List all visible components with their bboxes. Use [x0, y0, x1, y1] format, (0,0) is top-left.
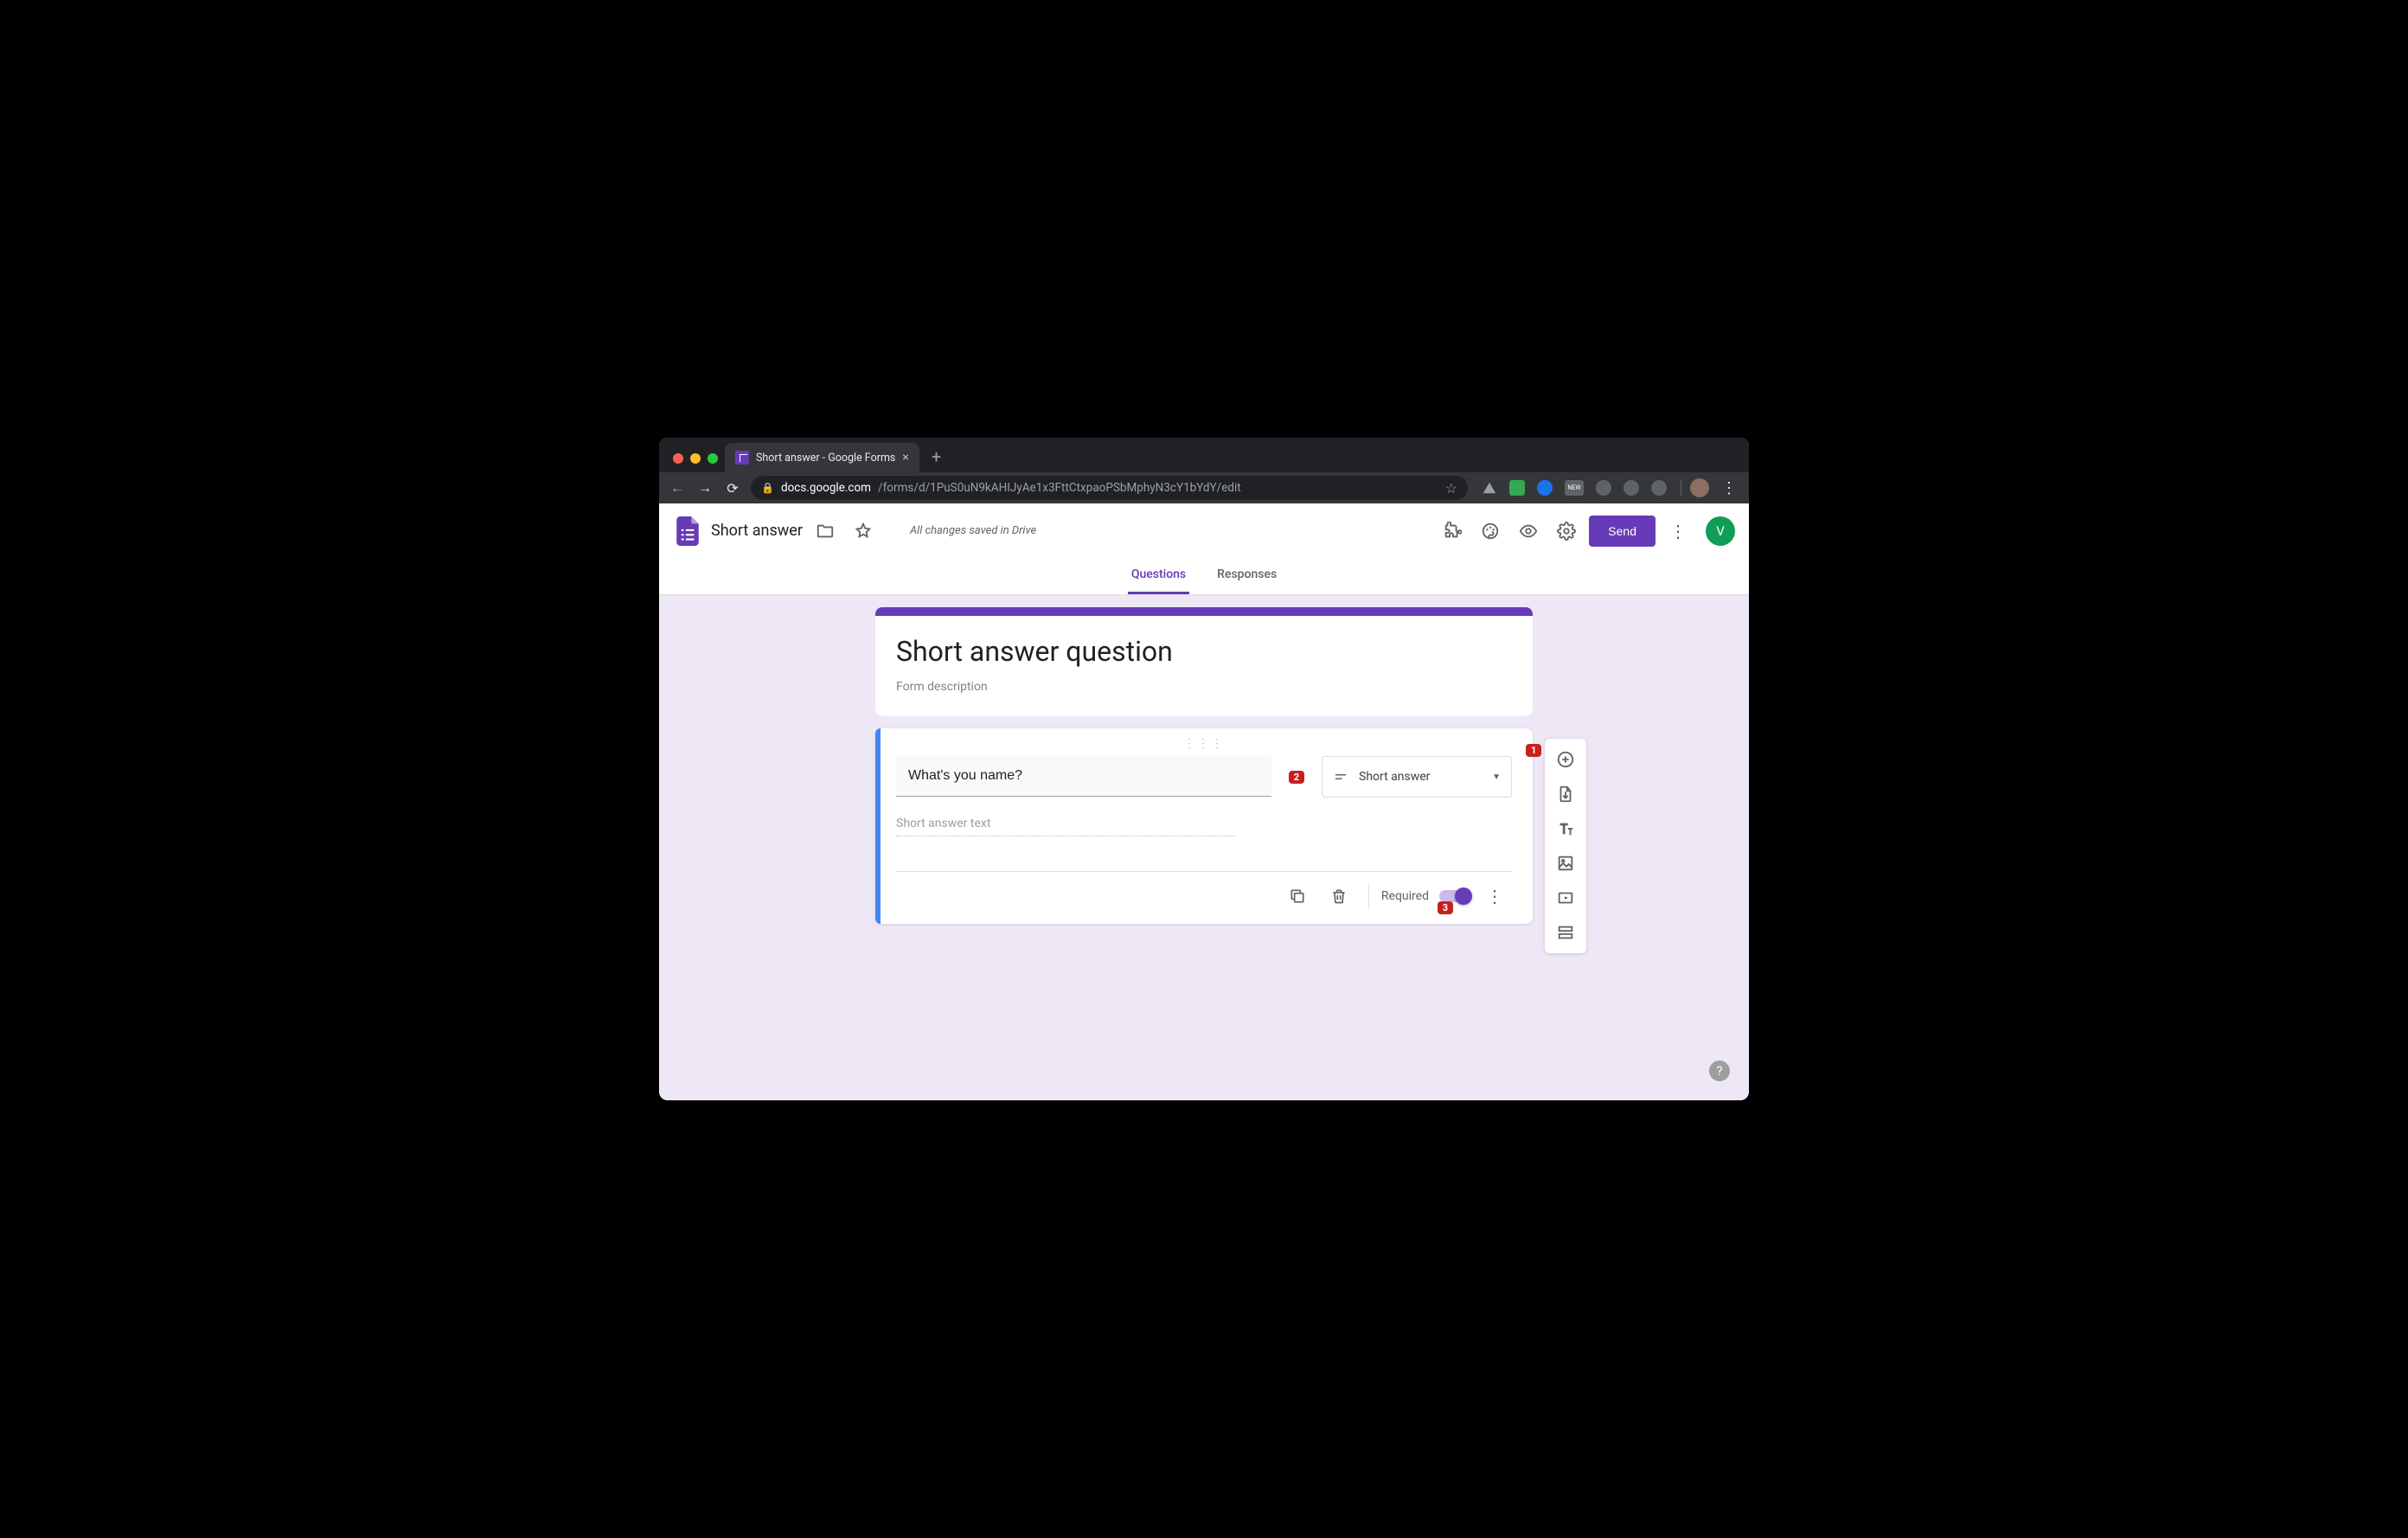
add-question-icon[interactable]	[1548, 742, 1583, 777]
mail-extension-icon[interactable]	[1509, 480, 1525, 496]
extension-icon[interactable]	[1596, 480, 1611, 496]
add-video-icon[interactable]	[1548, 881, 1583, 915]
tab-title: Short answer - Google Forms	[756, 452, 895, 465]
document-title[interactable]: Short answer	[711, 522, 803, 540]
lock-icon: 🔒	[761, 482, 774, 494]
import-questions-icon[interactable]	[1548, 777, 1583, 811]
move-to-folder-icon[interactable]	[810, 516, 841, 547]
chrome-menu-icon[interactable]: ⋮	[1718, 479, 1740, 497]
address-bar[interactable]: 🔒 docs.google.com/forms/d/1PuS0uN9kAHIJy…	[751, 476, 1468, 500]
browser-tab-strip: Short answer - Google Forms × +	[659, 438, 1749, 472]
question-type-label: Short answer	[1359, 770, 1430, 784]
help-button[interactable]: ?	[1709, 1061, 1730, 1081]
duplicate-icon[interactable]	[1280, 879, 1315, 913]
save-status: All changes saved in Drive	[910, 524, 1036, 537]
tab-questions[interactable]: Questions	[1128, 559, 1189, 594]
form-tabs: Questions Responses	[659, 559, 1749, 595]
add-title-icon[interactable]	[1548, 811, 1583, 846]
header-actions: Send ⋮ V	[1437, 516, 1735, 547]
question-text-input[interactable]	[896, 756, 1271, 797]
form-body: Short answer question Form description ⋮…	[875, 607, 1533, 924]
url-domain: docs.google.com	[781, 481, 871, 495]
question-more-icon[interactable]: ⋮	[1477, 879, 1512, 913]
short-answer-placeholder: Short answer text	[896, 817, 1235, 836]
tab-responses[interactable]: Responses	[1214, 559, 1280, 594]
callout-badge-1: 1	[1526, 744, 1541, 757]
short-answer-icon	[1333, 769, 1348, 785]
addons-icon[interactable]	[1437, 516, 1468, 547]
divider	[1368, 884, 1369, 908]
new-tab-button[interactable]: +	[919, 446, 953, 472]
extension-icon[interactable]	[1651, 480, 1667, 496]
minimize-window-icon[interactable]	[690, 453, 701, 464]
palette-icon[interactable]	[1475, 516, 1506, 547]
star-icon[interactable]	[848, 516, 879, 547]
form-canvas: Short answer question Form description ⋮…	[659, 595, 1749, 1100]
side-toolbar: 1	[1545, 739, 1586, 953]
close-window-icon[interactable]	[673, 453, 683, 464]
send-button[interactable]: Send	[1589, 516, 1656, 547]
extension-icons: NEW	[1476, 480, 1672, 496]
chevron-down-icon: ▼	[1492, 772, 1501, 782]
close-tab-icon[interactable]: ×	[902, 451, 908, 465]
preview-icon[interactable]	[1513, 516, 1544, 547]
new-extension-icon[interactable]: NEW	[1565, 480, 1584, 496]
add-section-icon[interactable]	[1548, 915, 1583, 950]
delete-icon[interactable]	[1322, 879, 1356, 913]
add-image-icon[interactable]	[1548, 846, 1583, 881]
url-path: /forms/d/1PuS0uN9kAHIJyAe1x3FttCtxpaoPSb…	[878, 481, 1241, 495]
question-card: ⋮⋮⋮ 2 Short answer ▼ Short answer text	[875, 728, 1533, 924]
app-header: Short answer All changes saved in Drive …	[659, 503, 1749, 559]
bookmark-star-icon[interactable]: ☆	[1445, 480, 1457, 497]
back-button[interactable]: ←	[668, 479, 687, 497]
chrome-window: Short answer - Google Forms × + ← → ⟳ 🔒 …	[659, 438, 1749, 1100]
form-title[interactable]: Short answer question	[896, 635, 1512, 668]
required-toggle[interactable]	[1439, 890, 1470, 902]
drag-handle-icon[interactable]: ⋮⋮⋮	[896, 737, 1512, 751]
question-type-dropdown[interactable]: Short answer ▼	[1322, 756, 1512, 798]
forms-favicon-icon	[735, 451, 749, 465]
callout-badge-3: 3	[1438, 901, 1453, 914]
extension-icon[interactable]	[1623, 480, 1639, 496]
question-footer: Required ⋮ 3	[896, 871, 1512, 915]
callout-badge-2: 2	[1289, 771, 1304, 784]
drive-extension-icon[interactable]	[1482, 480, 1497, 496]
account-avatar[interactable]: V	[1706, 516, 1735, 546]
more-menu-icon[interactable]: ⋮	[1662, 516, 1694, 547]
settings-gear-icon[interactable]	[1551, 516, 1582, 547]
maximize-window-icon[interactable]	[708, 453, 718, 464]
reload-button[interactable]: ⟳	[723, 480, 742, 497]
browser-tab[interactable]: Short answer - Google Forms ×	[725, 443, 919, 472]
form-title-card[interactable]: Short answer question Form description	[875, 607, 1533, 716]
form-description-placeholder[interactable]: Form description	[896, 680, 1512, 694]
google-forms-logo-icon[interactable]	[676, 516, 699, 546]
browser-toolbar: ← → ⟳ 🔒 docs.google.com/forms/d/1PuS0uN9…	[659, 472, 1749, 503]
forward-button[interactable]: →	[695, 479, 714, 497]
chrome-profile-avatar[interactable]	[1690, 478, 1709, 497]
required-label: Required	[1381, 889, 1429, 903]
extension-icon[interactable]	[1537, 480, 1553, 496]
window-controls	[668, 453, 725, 472]
